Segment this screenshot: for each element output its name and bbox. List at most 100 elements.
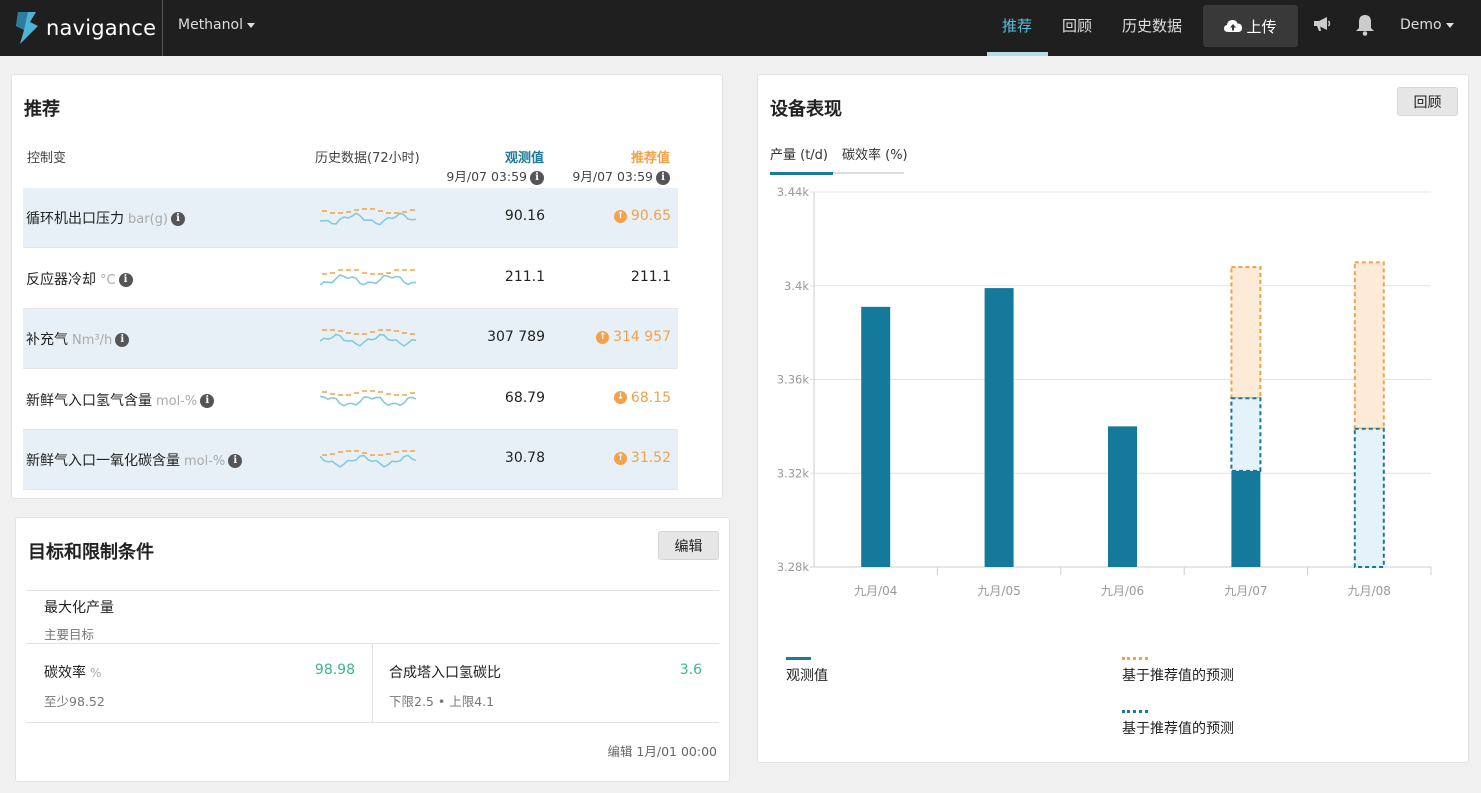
- bar-observed: [1108, 426, 1137, 567]
- constraint-name: 碳效率%: [44, 662, 101, 682]
- divider: [26, 590, 719, 591]
- divider: [26, 722, 719, 723]
- sparkline-observed: [320, 454, 417, 468]
- upload-button[interactable]: 上传: [1203, 5, 1298, 47]
- upload-label: 上传: [1246, 17, 1277, 36]
- info-icon[interactable]: i: [200, 393, 215, 408]
- announcement-button[interactable]: [1313, 16, 1331, 36]
- variable-name-text: 反应器冷却: [26, 271, 96, 288]
- constraint-name: 合成塔入口氢碳比: [389, 665, 501, 681]
- bell-icon: [1356, 15, 1374, 36]
- col-history-header: 历史数据(72小时): [315, 151, 420, 166]
- row-variable-name: 循环机出口压力 bar(g) i: [26, 208, 185, 228]
- observed-value: 307 789: [487, 329, 545, 345]
- bar-observed: [861, 306, 891, 567]
- x-tick-label: 九月/05: [977, 584, 1020, 598]
- performance-title: 设备表现: [770, 99, 842, 120]
- tab-carbon-efficiency[interactable]: 碳效率 (%): [842, 144, 908, 163]
- tab-production[interactable]: 产量 (t/d): [770, 144, 828, 163]
- review-button[interactable]: 回顾: [1397, 87, 1458, 116]
- info-icon[interactable]: i: [170, 212, 185, 226]
- y-tick-label: 3.36k: [777, 373, 810, 387]
- y-tick-label: 3.4k: [784, 279, 809, 293]
- sparkline-recommended: [322, 268, 415, 275]
- user-name: Demo: [1400, 17, 1442, 33]
- notifications-button[interactable]: [1355, 14, 1375, 40]
- table-row[interactable]: 补充气 Nm³/h i 307 789 ↑ 314 957: [23, 309, 678, 369]
- variable-unit: Nm³/h: [72, 333, 113, 348]
- nav-review[interactable]: 回顾: [1062, 15, 1092, 36]
- variable-unit: mol-%: [156, 393, 198, 409]
- info-icon[interactable]: i: [115, 333, 130, 347]
- x-tick-label: 九月/07: [1224, 584, 1267, 598]
- variable-unit: bar(g): [128, 212, 168, 227]
- info-icon[interactable]: i: [656, 170, 670, 185]
- chevron-down-icon: [246, 22, 255, 28]
- observed-time-text: 9月/07 03:59: [446, 169, 527, 184]
- col-recommended-header: 推荐值: [630, 151, 670, 166]
- constraint-value: 98.98: [314, 662, 355, 678]
- sparkline-observed: [320, 395, 417, 407]
- recommended-value-text: 314 957: [613, 329, 671, 345]
- recommendations-title: 推荐: [24, 99, 60, 120]
- bar-observed: [1231, 470, 1261, 567]
- recommended-value: ↑ 31.52: [613, 450, 671, 466]
- history-sparkline: [320, 208, 417, 226]
- legend-label: 观测值: [786, 668, 828, 684]
- legend-swatch-dotted-orange: [1122, 657, 1148, 660]
- nav-recommend[interactable]: 推荐: [1002, 15, 1032, 36]
- sparkline-observed: [320, 333, 417, 347]
- col-observed-header: 观测值: [504, 151, 544, 166]
- table-row[interactable]: 新鲜气入口一氧化碳含量 mol-% i 30.78 ↑ 31.52: [23, 430, 678, 490]
- variable-name-text: 新鲜气入口一氧化碳含量: [26, 453, 180, 469]
- recommended-time-text: 9月/07 03:59: [572, 169, 653, 184]
- sparkline-recommended: [322, 389, 415, 396]
- constraint-sub: 至少98.52: [44, 694, 105, 709]
- history-sparkline: [320, 450, 417, 468]
- constraint-unit: %: [90, 666, 102, 680]
- logo[interactable]: navigance: [16, 10, 156, 46]
- variable-name-text: 补充气: [26, 332, 68, 348]
- product-dropdown[interactable]: Methanol: [178, 17, 255, 33]
- row-variable-name: 补充气 Nm³/h i: [26, 329, 130, 349]
- constraint-sub: 下限2.5 • 上限4.1: [389, 694, 495, 709]
- variable-unit: °C: [100, 272, 116, 288]
- y-tick-label: 3.32k: [777, 466, 810, 480]
- table-row[interactable]: 循环机出口压力 bar(g) i 90.16 ↑ 90.65: [23, 188, 678, 248]
- y-tick-label: 3.28k: [777, 560, 810, 574]
- constraint-value: 3.6: [679, 662, 702, 678]
- bar-prediction-blue: [1353, 427, 1385, 568]
- table-row[interactable]: 新鲜气入口氢气含量 mol-% i 68.79 ↓ 68.15: [23, 370, 678, 430]
- row-variable-name: 反应器冷却 °C i: [26, 269, 133, 289]
- production-chart: 3.28k 3.32k 3.36k 3.4k 3.44k 九月/04 九月/05 九月/06 九…: [777, 185, 1432, 598]
- sparkline-recommended: [322, 450, 415, 456]
- observed-value: 68.79: [504, 389, 545, 406]
- observed-value: 211.1: [504, 268, 545, 285]
- brand-divider: [162, 0, 163, 56]
- variable-name-text: 新鲜气入口氢气含量: [26, 392, 152, 409]
- recommended-value-text: 90.65: [630, 208, 671, 224]
- recommended-value-text: 31.52: [630, 450, 671, 466]
- x-tick-label: 九月/08: [1348, 584, 1391, 598]
- megaphone-icon: [1314, 17, 1331, 31]
- vertical-divider: [372, 644, 373, 722]
- navigance-logo-icon: [16, 12, 38, 44]
- info-icon[interactable]: i: [530, 170, 544, 185]
- arrow-up-circle-icon: ↑: [596, 330, 610, 344]
- cloud-upload-icon: [1224, 20, 1243, 32]
- user-menu[interactable]: Demo: [1400, 17, 1454, 33]
- info-icon[interactable]: i: [118, 272, 133, 287]
- info-icon[interactable]: i: [228, 454, 243, 468]
- edit-button[interactable]: 编辑: [658, 531, 719, 560]
- row-variable-name: 新鲜气入口氢气含量 mol-% i: [26, 390, 215, 410]
- history-sparkline: [320, 389, 417, 407]
- product-label: Methanol: [178, 17, 243, 33]
- objectives-card: 目标和限制条件 编辑 最大化产量 主要目标 碳效率% 98.98 至少98.52…: [15, 517, 730, 782]
- bar-prediction-blue: [1230, 397, 1262, 472]
- nav-history[interactable]: 历史数据: [1122, 15, 1182, 36]
- legend-label: 基于推荐值的预测: [1122, 721, 1234, 737]
- table-row[interactable]: 反应器冷却 °C i 211.1 211.1: [23, 249, 678, 309]
- logo-text: navigance: [46, 16, 157, 40]
- variable-unit: mol-%: [184, 454, 226, 469]
- recommended-value: ↓ 68.15: [613, 390, 671, 406]
